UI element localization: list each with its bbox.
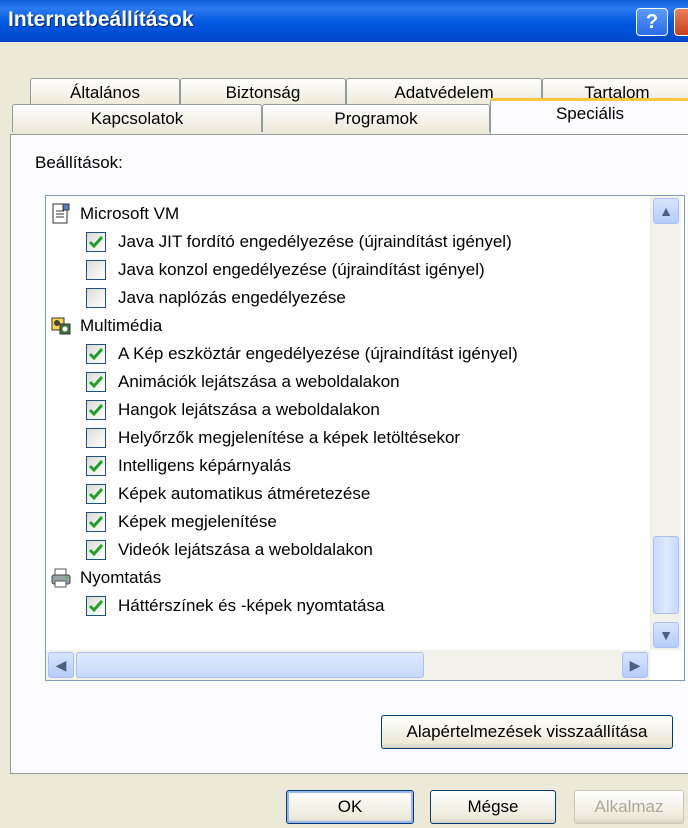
- setting-label: Animációk lejátszása a weboldalakon: [118, 372, 400, 391]
- document-icon: [50, 203, 72, 225]
- chevron-down-icon: ▼: [659, 627, 673, 643]
- vertical-scrollbar[interactable]: ▲ ▼: [650, 196, 681, 650]
- settings-label: Beállítások:: [35, 153, 123, 172]
- checkbox-checked[interactable]: [86, 400, 106, 420]
- setting-label: Videók lejátszása a weboldalakon: [118, 540, 373, 559]
- horizontal-scroll-thumb[interactable]: [76, 652, 424, 678]
- cancel-button[interactable]: Mégse: [430, 790, 556, 824]
- settings-list[interactable]: Microsoft VM Java JIT fordító engedélyezé…: [45, 195, 685, 681]
- scroll-left-button[interactable]: ◀: [48, 652, 74, 678]
- setting-label: A Kép eszköztár engedélyezése (újraindít…: [118, 344, 518, 363]
- checkbox-checked[interactable]: [86, 372, 106, 392]
- checkbox-checked[interactable]: [86, 344, 106, 364]
- advanced-panel: Beállítások: Microsoft VM Java JIT fordít…: [10, 134, 688, 774]
- category-label: Nyomtatás: [80, 568, 162, 587]
- setting-label: Helyőrzők megjelenítése a képek letöltés…: [118, 428, 461, 447]
- setting-label: Java naplózás engedélyezése: [118, 288, 346, 307]
- chevron-left-icon: ◀: [55, 657, 67, 673]
- checkbox-checked[interactable]: [86, 232, 106, 252]
- setting-label: Intelligens képárnyalás: [118, 456, 291, 475]
- checkbox-checked[interactable]: [86, 512, 106, 532]
- tab-security[interactable]: Biztonság: [180, 78, 346, 106]
- category-label: Multimédia: [80, 316, 163, 335]
- checkbox-unchecked[interactable]: [86, 428, 106, 448]
- restore-defaults-button[interactable]: Alapértelmezések visszaállítása: [381, 715, 673, 749]
- scroll-down-button[interactable]: ▼: [653, 622, 679, 648]
- setting-label: Háttérszínek és -képek nyomtatása: [118, 596, 385, 615]
- checkbox-checked[interactable]: [86, 484, 106, 504]
- chevron-up-icon: ▲: [659, 203, 673, 219]
- printer-icon: [50, 567, 72, 589]
- dialog-body: Általános Biztonság Adatvédelem Tartalom…: [0, 42, 688, 828]
- vertical-scroll-thumb[interactable]: [653, 536, 679, 614]
- title-bar[interactable]: Internetbeállítások ?: [0, 0, 688, 42]
- close-button[interactable]: [674, 8, 688, 36]
- setting-label: Hangok lejátszása a weboldalakon: [118, 400, 380, 419]
- setting-label: Képek megjelenítése: [118, 512, 277, 531]
- tab-advanced[interactable]: Speciális: [490, 98, 688, 134]
- checkbox-checked[interactable]: [86, 596, 106, 616]
- ok-button[interactable]: OK: [286, 790, 414, 824]
- question-icon: ?: [645, 11, 659, 33]
- tab-programs[interactable]: Programok: [262, 104, 490, 132]
- multimedia-icon: [50, 315, 72, 337]
- checkbox-checked[interactable]: [86, 456, 106, 476]
- checkbox-checked[interactable]: [86, 540, 106, 560]
- setting-label: Képek automatikus átméretezése: [118, 484, 371, 503]
- scroll-right-button[interactable]: ▶: [622, 652, 648, 678]
- chevron-right-icon: ▶: [629, 657, 641, 673]
- window-title: Internetbeállítások: [8, 8, 194, 31]
- tab-general[interactable]: Általános: [30, 78, 180, 106]
- checkbox-unchecked[interactable]: [86, 260, 106, 280]
- setting-label: Java JIT fordító engedélyezése (újraindí…: [118, 232, 512, 251]
- setting-label: Java konzol engedélyezése (újraindítást …: [118, 260, 485, 279]
- scroll-up-button[interactable]: ▲: [653, 198, 679, 224]
- checkbox-unchecked[interactable]: [86, 288, 106, 308]
- category-label: Microsoft VM: [80, 204, 180, 223]
- apply-button[interactable]: Alkalmaz: [574, 790, 684, 824]
- tab-connections[interactable]: Kapcsolatok: [12, 104, 262, 132]
- help-button[interactable]: ?: [636, 8, 668, 36]
- horizontal-scrollbar[interactable]: ◀ ▶: [46, 650, 650, 680]
